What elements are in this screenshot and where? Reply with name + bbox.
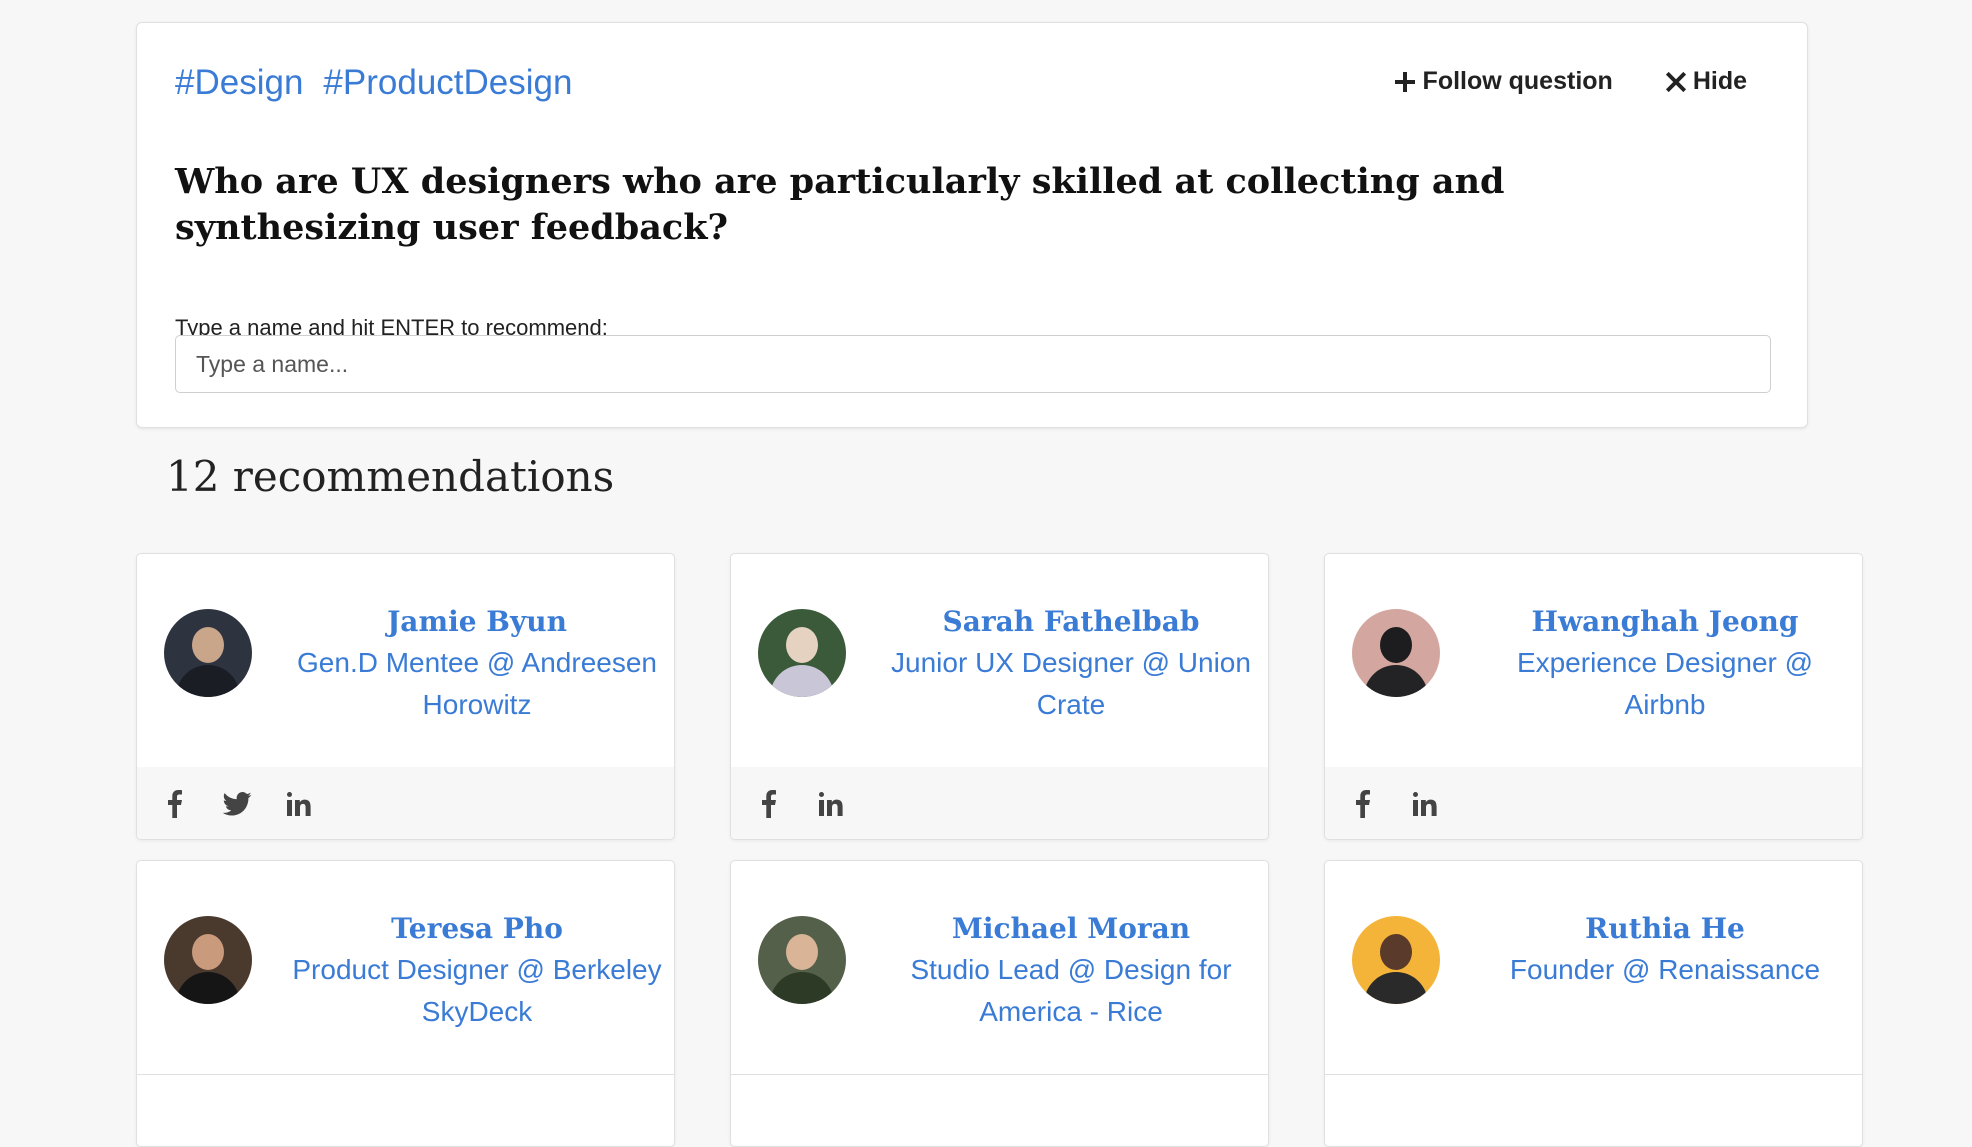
linkedin-icon[interactable] (283, 788, 315, 820)
avatar[interactable] (758, 916, 846, 1004)
question-title: Who are UX designers who are particularl… (175, 161, 1505, 248)
linkedin-icon[interactable] (815, 788, 847, 820)
avatar[interactable] (1352, 916, 1440, 1004)
person-name[interactable]: Hwanghah Jeong (1475, 604, 1855, 640)
recommendation-card: Ruthia He Founder @ Renaissance (1324, 860, 1863, 1147)
person-title: Gen.D Mentee @ Andreesen Horowitz (297, 647, 657, 720)
person-title: Founder @ Renaissance (1509, 954, 1821, 985)
social-links (1325, 767, 1862, 839)
follow-question-button[interactable]: Follow question (1393, 67, 1613, 96)
person-name[interactable]: Ruthia He (1475, 911, 1855, 947)
person-name[interactable]: Sarah Fathelbab (881, 604, 1261, 640)
question-card: #Design #ProductDesign Follow question H… (136, 22, 1808, 428)
facebook-icon[interactable] (753, 788, 785, 820)
follow-question-label: Follow question (1422, 67, 1613, 95)
recommendation-card: Jamie Byun Gen.D Mentee @ Andreesen Horo… (136, 553, 675, 840)
avatar[interactable] (164, 916, 252, 1004)
social-links (731, 767, 1268, 839)
person-name[interactable]: Michael Moran (881, 911, 1261, 947)
person-name[interactable]: Teresa Pho (287, 911, 667, 947)
question-actions: Follow question Hide (1393, 67, 1747, 96)
facebook-icon[interactable] (1347, 788, 1379, 820)
recommendation-card: Hwanghah Jeong Experience Designer @ Air… (1324, 553, 1863, 840)
social-links (137, 767, 674, 839)
recommendation-card: Michael Moran Studio Lead @ Design for A… (730, 860, 1269, 1147)
person-title: Experience Designer @ Airbnb (1516, 647, 1814, 720)
tag-list: #Design #ProductDesign (175, 63, 572, 103)
twitter-icon[interactable] (221, 788, 253, 820)
recommendation-card: Teresa Pho Product Designer @ Berkeley S… (136, 860, 675, 1147)
person-title: Product Designer @ Berkeley SkyDeck (292, 954, 662, 1027)
facebook-icon[interactable] (159, 788, 191, 820)
linkedin-icon[interactable] (1409, 788, 1441, 820)
close-icon (1665, 71, 1686, 92)
plus-icon (1394, 71, 1415, 92)
tag-product-design[interactable]: #ProductDesign (323, 63, 572, 103)
person-title: Junior UX Designer @ Union Crate (891, 647, 1251, 720)
avatar[interactable] (1352, 609, 1440, 697)
person-name[interactable]: Jamie Byun (287, 604, 667, 640)
name-input[interactable] (175, 335, 1771, 393)
hide-label: Hide (1692, 67, 1747, 95)
avatar[interactable] (164, 609, 252, 697)
recommendation-card: Sarah Fathelbab Junior UX Designer @ Uni… (730, 553, 1269, 840)
tag-design[interactable]: #Design (175, 63, 303, 103)
recommendations-count: 12 recommendations (166, 452, 615, 501)
hide-button[interactable]: Hide (1665, 67, 1747, 96)
person-title: Studio Lead @ Design for America - Rice (910, 954, 1232, 1027)
avatar[interactable] (758, 609, 846, 697)
